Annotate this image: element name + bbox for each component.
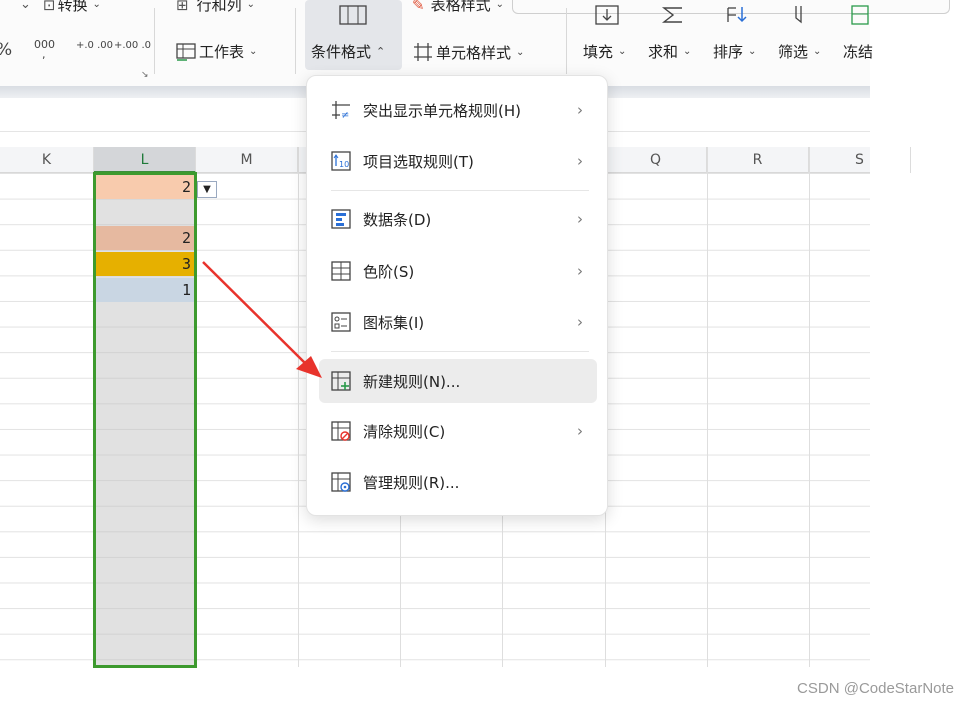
worksheet-icon xyxy=(176,42,196,61)
column-header-label: K xyxy=(41,152,52,168)
increase-decimal-button[interactable]: +.0 .00 xyxy=(76,40,113,51)
spreadsheet-window: ⌄ ⊡ 转换 ⌄ ⊞ 行和列 ⌄ ✎ 表格样式 ⌄ % 000, +.0 .00… xyxy=(0,0,959,705)
menu-item-color-scales[interactable]: 色阶(S) › xyxy=(319,249,597,293)
percent-button[interactable]: % xyxy=(0,40,12,60)
menu-item-label: 图标集(I) xyxy=(363,313,425,332)
menu-item-label: 管理规则(R)... xyxy=(363,473,460,492)
conditional-format-icon xyxy=(338,4,368,30)
dialog-launcher-icon[interactable]: ↘ xyxy=(141,70,149,80)
dropdown-arrow-icon: ▼ xyxy=(203,184,211,195)
percent-icon: % xyxy=(0,40,12,60)
new-rule-icon xyxy=(329,369,353,393)
sum-button[interactable]: 求和 ⌄ xyxy=(648,41,691,62)
column-header-label: M xyxy=(240,152,253,168)
convert-button[interactable]: ⌄ ⊡ 转换 ⌄ xyxy=(20,0,101,15)
sort-label: 排序 xyxy=(713,43,744,61)
sum-icon xyxy=(660,4,686,30)
color-scales-icon xyxy=(329,259,353,283)
menu-item-label: 数据条(D) xyxy=(363,210,432,229)
menu-item-label: 新建规则(N)... xyxy=(363,372,461,391)
increase-decimal-icon: +.0 .00 xyxy=(76,40,114,51)
column-header-m[interactable]: M xyxy=(196,147,298,173)
watermark: CSDN @CodeStarNote xyxy=(797,680,954,697)
worksheet-button[interactable]: 工作表 ⌄ xyxy=(175,41,257,62)
sort-button[interactable]: 排序 ⌄ xyxy=(713,41,756,62)
menu-item-icon-sets[interactable]: 图标集(I) › xyxy=(319,300,597,344)
ribbon-divider xyxy=(154,8,155,74)
menu-item-label: 突出显示单元格规则(H) xyxy=(363,101,521,120)
chevron-right-icon: › xyxy=(577,313,583,331)
conditional-format-button[interactable]: 条件格式 ⌃ xyxy=(311,41,385,62)
menu-item-data-bars[interactable]: 数据条(D) › xyxy=(319,197,597,241)
column-header-q[interactable]: Q xyxy=(605,147,707,173)
menu-item-new-rule[interactable]: 新建规则(N)... xyxy=(319,359,597,403)
chevron-right-icon: › xyxy=(577,210,583,228)
svg-text:10: 10 xyxy=(339,160,349,169)
fill-icon xyxy=(594,4,620,30)
icon-sets-icon xyxy=(329,310,353,334)
grid-column-line xyxy=(809,147,810,667)
cell-style-icon xyxy=(414,43,432,61)
grid-column-line xyxy=(707,147,708,667)
menu-item-label: 清除规则(C) xyxy=(363,422,446,441)
ribbon: ⌄ ⊡ 转换 ⌄ ⊞ 行和列 ⌄ ✎ 表格样式 ⌄ % 000, +.0 .00… xyxy=(0,0,950,86)
menu-item-top-bottom-rules[interactable]: 10 项目选取规则(T) › xyxy=(319,139,597,183)
freeze-label: 冻结 xyxy=(843,43,874,61)
row-col-label: 行和列 xyxy=(196,0,242,14)
sort-icon xyxy=(724,4,750,30)
chevron-right-icon: › xyxy=(577,262,583,280)
decrease-decimal-icon: +.00 .0 xyxy=(114,40,152,51)
column-header-r[interactable]: R xyxy=(707,147,809,173)
ribbon-divider xyxy=(295,8,296,74)
menu-item-highlight-cell-rules[interactable]: ≠ 突出显示单元格规则(H) › xyxy=(319,88,597,132)
menu-item-label: 项目选取规则(T) xyxy=(363,152,474,171)
chevron-right-icon: › xyxy=(577,152,583,170)
column-header-l[interactable]: L xyxy=(94,147,196,173)
column-header-label: R xyxy=(752,152,763,168)
freeze-icon xyxy=(850,4,870,30)
menu-divider xyxy=(331,351,589,352)
conditional-format-label: 条件格式 xyxy=(311,43,372,61)
column-header-s[interactable]: S xyxy=(809,147,911,173)
svg-text:≠: ≠ xyxy=(341,110,349,121)
filter-button[interactable]: 筛选 ⌄ xyxy=(778,41,821,62)
highlight-rules-icon: ≠ xyxy=(329,98,353,122)
selection-border xyxy=(93,172,197,668)
column-header-k[interactable]: K xyxy=(0,147,94,173)
grid-column-line xyxy=(298,147,299,667)
menu-item-clear-rules[interactable]: 清除规则(C) › xyxy=(319,409,597,453)
manage-rules-icon xyxy=(329,470,353,494)
filter-icon xyxy=(790,4,812,30)
convert-label: 转换 xyxy=(57,0,88,14)
sum-label: 求和 xyxy=(648,43,679,61)
conditional-format-menu: ≠ 突出显示单元格规则(H) › 10 项目选取规则(T) › 数据条(D) ›… xyxy=(306,75,608,516)
column-header-label: S xyxy=(855,152,864,168)
top-bottom-rules-icon: 10 xyxy=(329,149,353,173)
column-header-label: Q xyxy=(649,152,662,168)
table-style-label: 表格样式 xyxy=(430,0,491,14)
fill-label: 填充 xyxy=(583,43,614,61)
thousands-separator-button[interactable]: 000, xyxy=(34,39,55,60)
data-bars-icon xyxy=(329,207,353,231)
autofilter-dropdown-button[interactable]: ▼ xyxy=(197,181,217,198)
cell-style-label: 单元格样式 xyxy=(436,43,512,62)
chevron-right-icon: › xyxy=(577,101,583,119)
worksheet-label: 工作表 xyxy=(199,43,245,61)
menu-item-manage-rules[interactable]: 管理规则(R)... xyxy=(319,460,597,504)
column-header-label: L xyxy=(140,152,149,168)
row-col-button[interactable]: ⊞ 行和列 ⌄ xyxy=(176,0,255,15)
ribbon-divider xyxy=(566,8,567,74)
fill-button[interactable]: 填充 ⌄ xyxy=(583,41,626,62)
clear-rules-icon xyxy=(329,419,353,443)
table-style-button[interactable]: ✎ 表格样式 ⌄ xyxy=(412,0,504,15)
chevron-right-icon: › xyxy=(577,422,583,440)
freeze-button[interactable]: 冻结 xyxy=(843,41,873,62)
cell-style-button[interactable]: 单元格样式 ⌄ xyxy=(412,41,524,63)
filter-label: 筛选 xyxy=(778,43,809,61)
menu-divider xyxy=(331,190,589,191)
decrease-decimal-button[interactable]: +.00 .0 xyxy=(114,40,151,51)
menu-item-label: 色阶(S) xyxy=(363,262,415,281)
